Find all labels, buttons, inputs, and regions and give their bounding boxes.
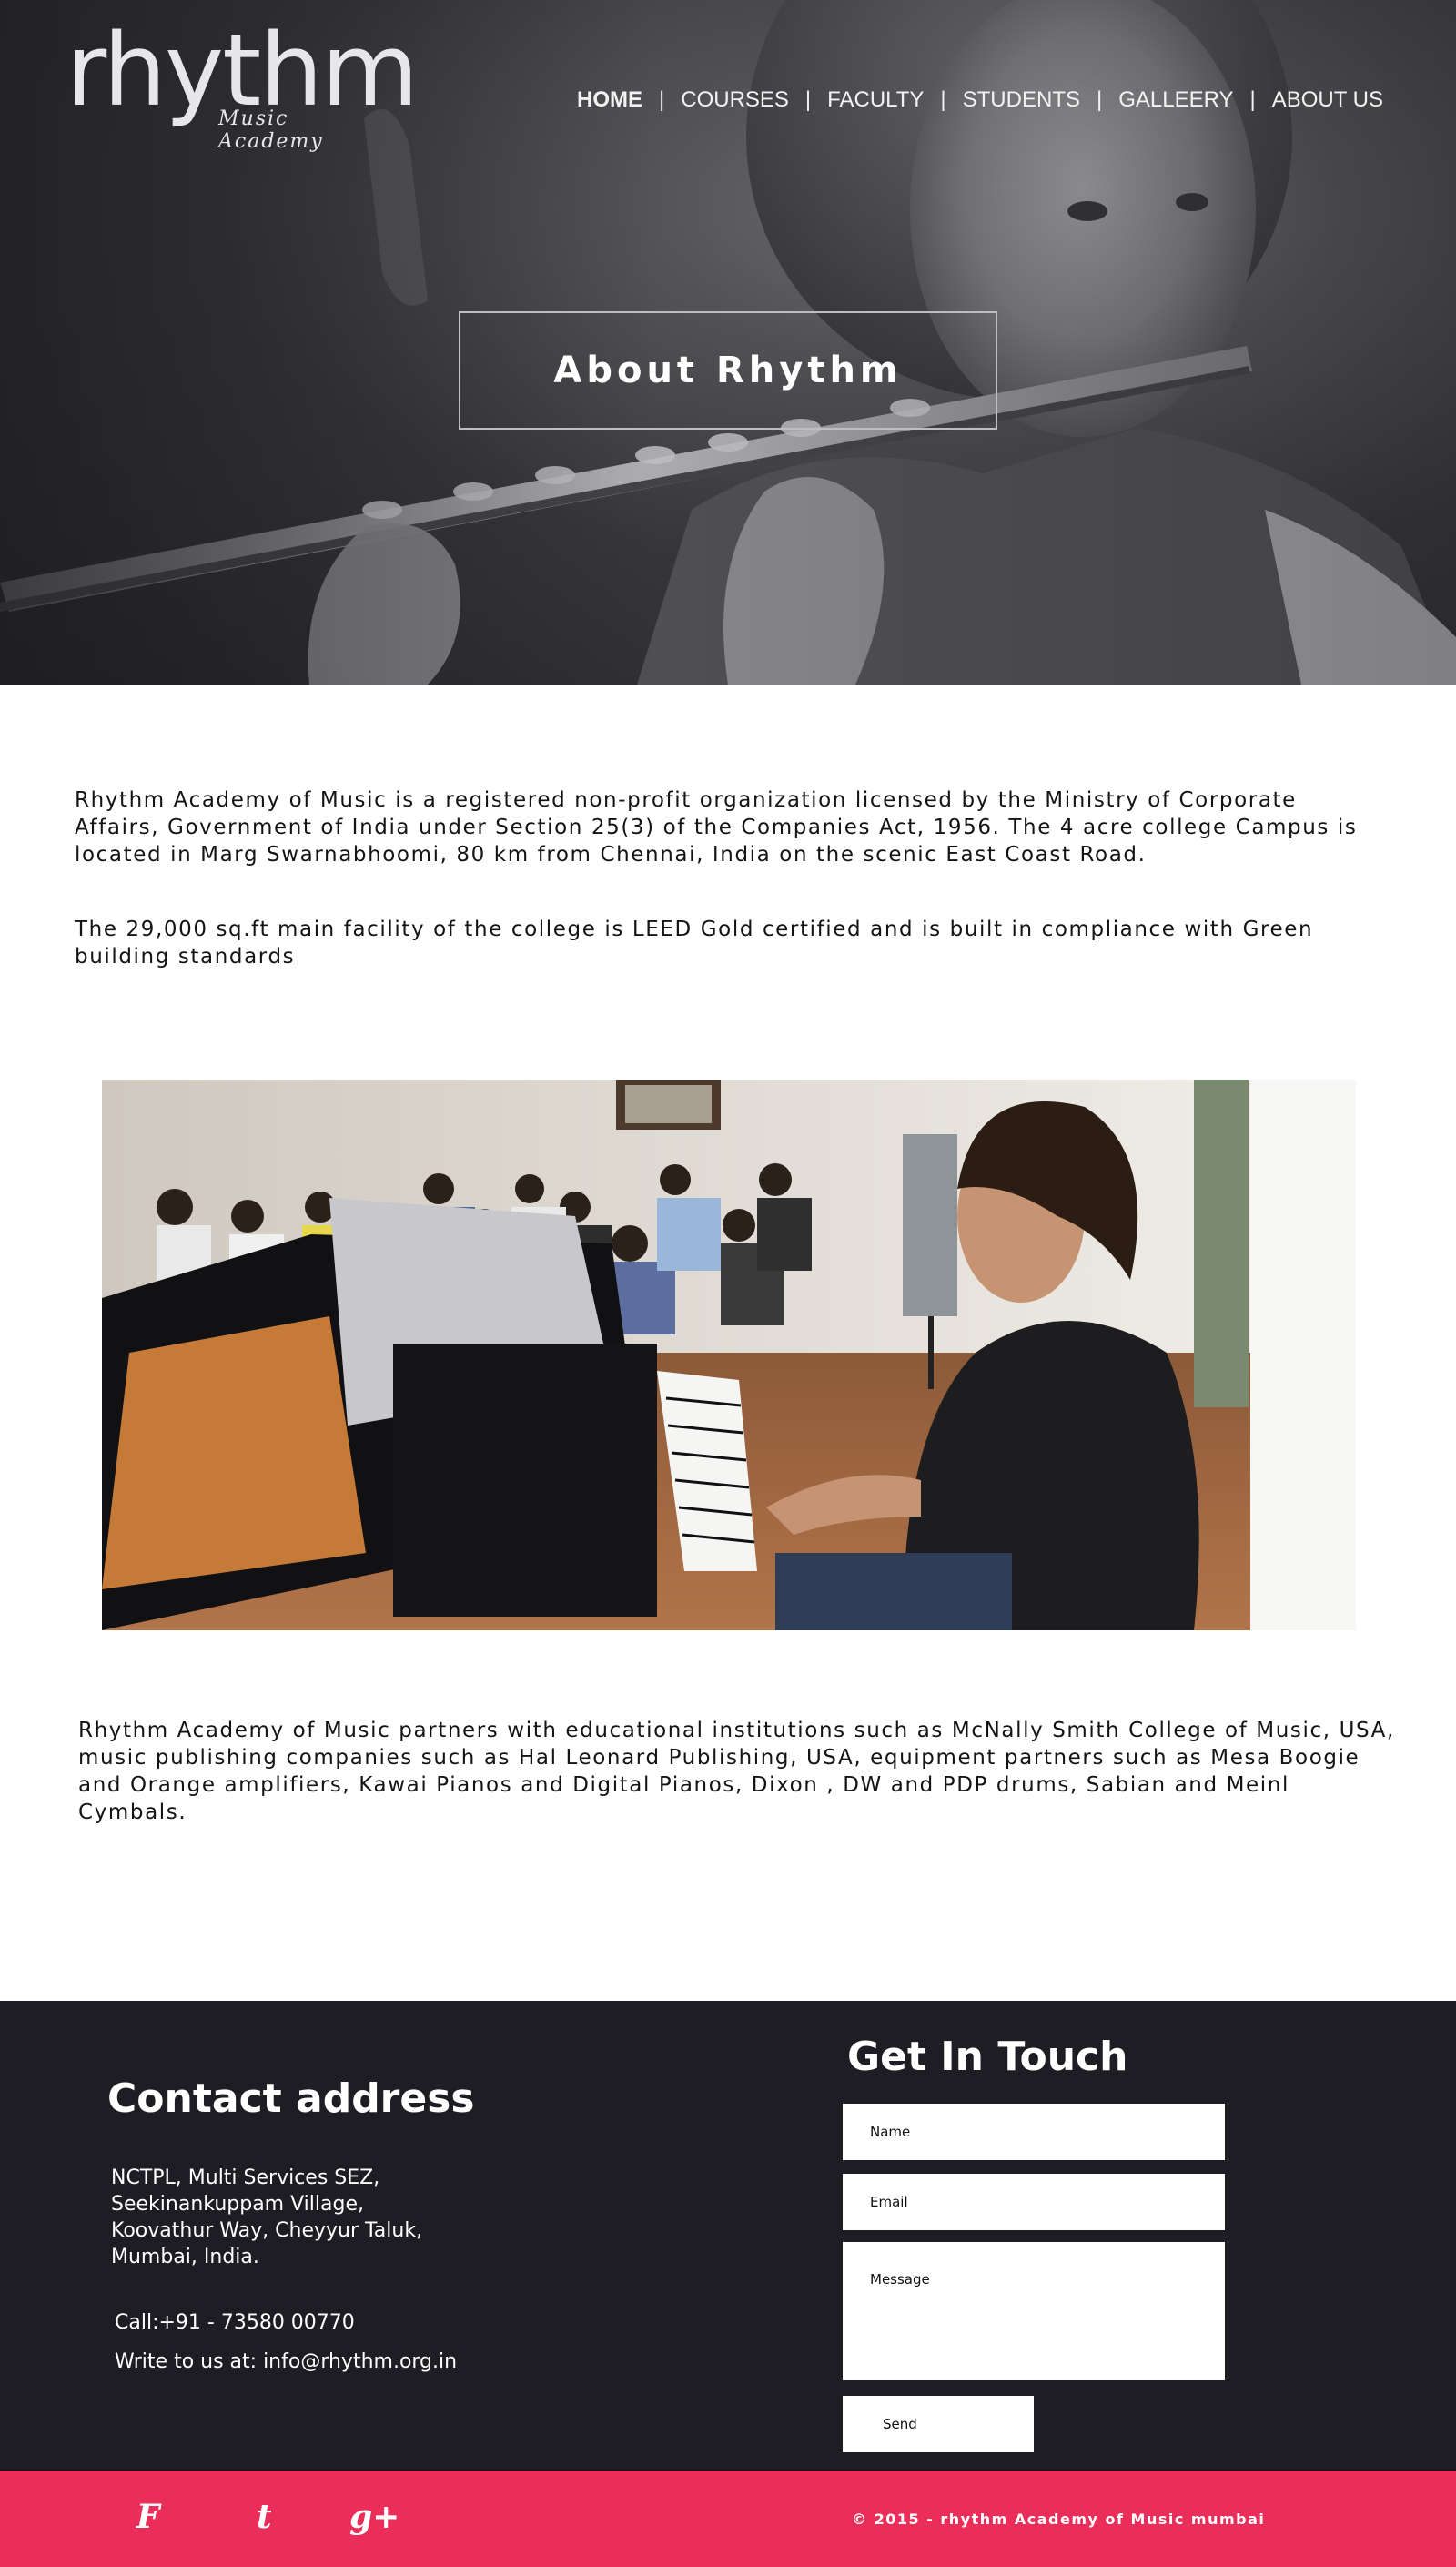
message-textarea[interactable] <box>843 2242 1225 2380</box>
get-in-touch-title: Get In Touch <box>847 2034 1128 2080</box>
about-paragraph-2: The 29,000 sq.ft main facility of the co… <box>75 918 1314 969</box>
hero-banner: rhythm Music Academy HOME | COURSES | FA… <box>0 0 1456 685</box>
twitter-icon[interactable]: t <box>257 2498 272 2536</box>
about-paragraph-3: Rhythm Academy of Music partners with ed… <box>78 1719 1395 1824</box>
nav-faculty[interactable]: FACULTY <box>827 87 924 113</box>
contact-email: Write to us at: info@rhythm.org.in <box>115 2350 458 2373</box>
contact-address-title: Contact address <box>107 2075 475 2122</box>
logo-subtitle: Music Academy <box>218 107 324 153</box>
email-input[interactable] <box>843 2174 1225 2230</box>
nav-courses[interactable]: COURSES <box>681 87 789 113</box>
classroom-photo-illustration <box>102 1080 1356 1630</box>
nav-separator: | <box>940 87 946 112</box>
nav-separator: | <box>1249 87 1256 112</box>
classroom-photo <box>102 1080 1356 1630</box>
google-plus-icon[interactable]: g+ <box>349 2498 399 2536</box>
contact-address: NCTPL, Multi Services SEZ, Seekinankuppa… <box>111 2165 457 2270</box>
logo-wordmark: rhythm <box>66 12 419 128</box>
hero-title-box: About Rhythm <box>459 311 997 430</box>
nav-students[interactable]: STUDENTS <box>963 87 1080 113</box>
nav-separator: | <box>804 87 812 112</box>
nav-gallery[interactable]: GALLEERY <box>1118 87 1233 113</box>
copyright-text: © 2015 - rhythm Academy of Music mumbai <box>852 2511 1266 2528</box>
nav-separator: | <box>1096 87 1103 112</box>
send-button[interactable]: Send <box>843 2396 1034 2452</box>
main-nav: HOME | COURSES | FACULTY | STUDENTS | GA… <box>577 87 1383 113</box>
bottom-bar: F t g+ © 2015 - rhythm Academy of Music … <box>0 2469 1456 2567</box>
name-input[interactable] <box>843 2104 1225 2160</box>
address-line: Koovathur Way, Cheyyur Taluk, <box>111 2219 423 2242</box>
site-logo[interactable]: rhythm Music Academy <box>66 20 419 157</box>
address-line: NCTPL, Multi Services SEZ, <box>111 2166 380 2189</box>
footer: Contact address NCTPL, Multi Services SE… <box>0 2001 1456 2469</box>
facebook-icon[interactable]: F <box>136 2498 160 2536</box>
about-paragraph-1: Rhythm Academy of Music is a registered … <box>75 788 1358 867</box>
nav-about-us[interactable]: ABOUT US <box>1272 87 1383 113</box>
address-line: Mumbai, India. <box>111 2246 259 2268</box>
address-line: Seekinankuppam Village, <box>111 2193 364 2216</box>
nav-separator: | <box>659 87 665 112</box>
contact-phone: Call:+91 - 73580 00770 <box>115 2311 355 2334</box>
hero-title: About Rhythm <box>553 350 903 391</box>
nav-home[interactable]: HOME <box>577 87 642 113</box>
